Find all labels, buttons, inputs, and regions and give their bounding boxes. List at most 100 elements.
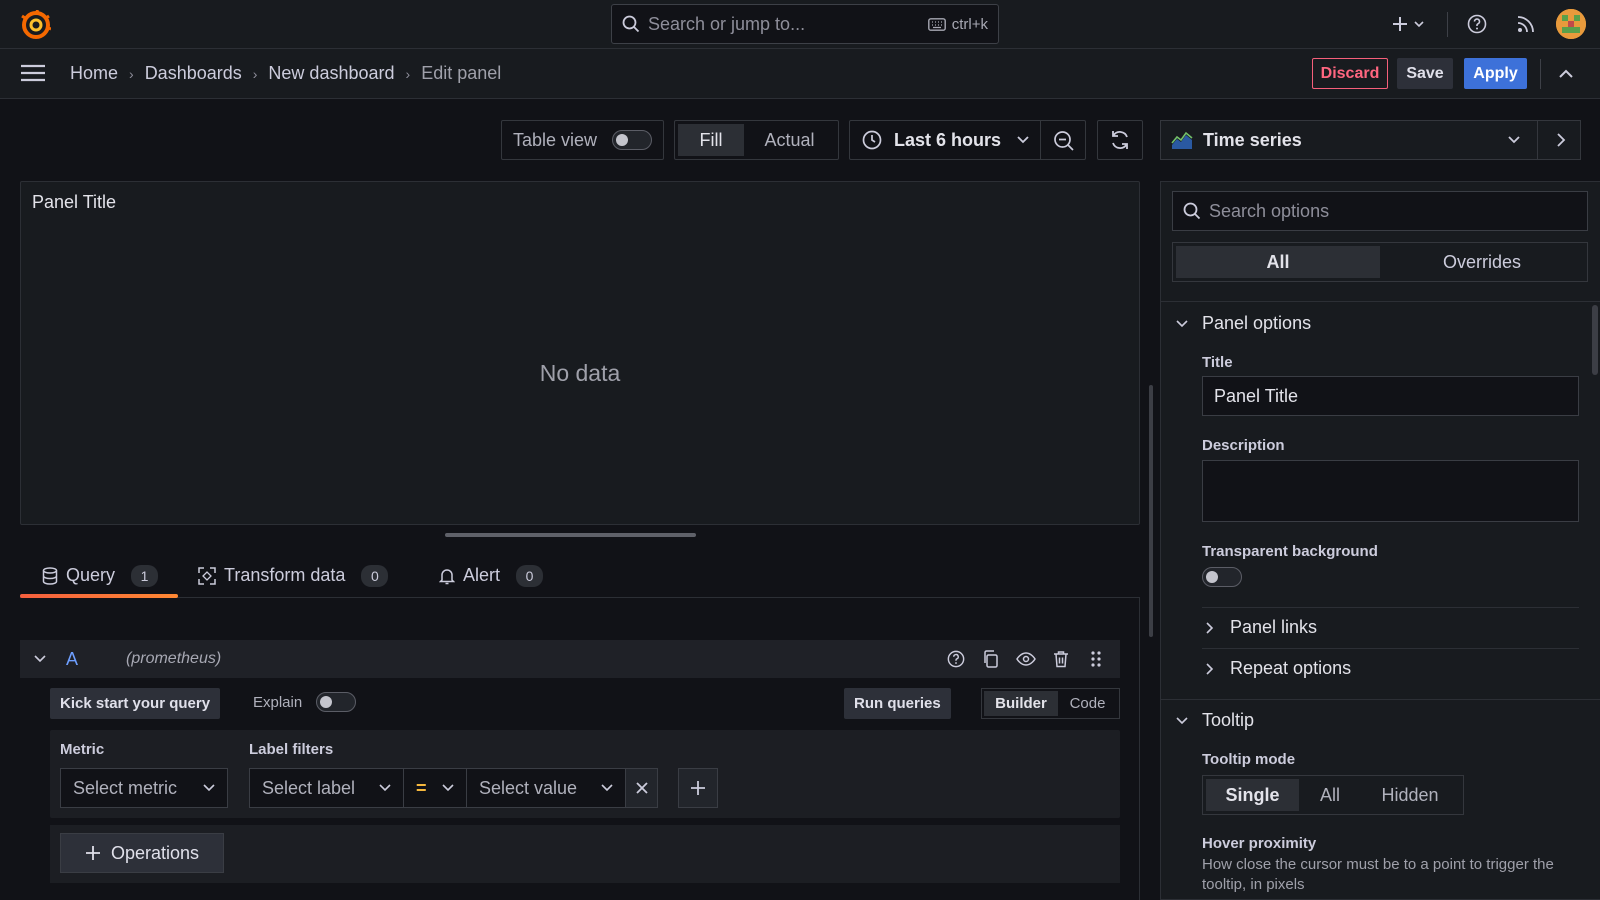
help-button[interactable]: [1465, 12, 1489, 36]
save-button[interactable]: Save: [1397, 58, 1453, 89]
explain-label: Explain: [253, 693, 303, 711]
database-icon: [42, 566, 58, 585]
add-filter-button[interactable]: [678, 768, 718, 808]
operations-label: Operations: [110, 842, 200, 863]
breadcrumb-new-dashboard[interactable]: New dashboard: [268, 63, 394, 84]
metric-select[interactable]: Select metric: [60, 768, 228, 808]
no-data-message: No data: [539, 360, 621, 386]
tab-overrides[interactable]: Overrides: [1380, 246, 1584, 278]
options-scrollbar[interactable]: [1592, 305, 1598, 375]
description-textarea[interactable]: [1202, 460, 1579, 522]
panel-preview: Panel Title No data: [20, 181, 1140, 525]
remove-filter-button[interactable]: [625, 768, 658, 808]
hover-proximity-label: Hover proximity: [1202, 835, 1317, 852]
options-divider: [1160, 301, 1600, 302]
transparent-background-switch[interactable]: [1202, 567, 1242, 587]
transparent-background-label: Transparent background: [1202, 543, 1378, 560]
panel-links-label: Panel links: [1230, 617, 1318, 637]
breadcrumb-current: Edit panel: [421, 63, 502, 83]
news-button[interactable]: [1514, 12, 1538, 36]
keyboard-icon: [927, 17, 946, 31]
search-bar[interactable]: Search or jump to... ctrl+k: [611, 4, 999, 44]
breadcrumb-bar: Home › Dashboards › New dashboard › Edit…: [0, 49, 1600, 99]
breadcrumb-dashboards[interactable]: Dashboards: [145, 63, 242, 84]
tab-transform-count: 0: [361, 564, 389, 587]
tooltip-mode-all[interactable]: All: [1299, 779, 1361, 811]
run-queries-button[interactable]: Run queries: [844, 688, 951, 719]
actual-option[interactable]: Actual: [744, 124, 835, 156]
plus-icon: [1392, 16, 1408, 32]
breadcrumb-home[interactable]: Home: [70, 63, 118, 84]
table-view-label: Table view: [513, 129, 598, 150]
options-tabs: All Overrides: [1172, 242, 1588, 282]
trash-icon[interactable]: [1050, 648, 1071, 669]
chevron-right-icon[interactable]: [1557, 133, 1566, 147]
chevron-down-icon: [1508, 136, 1520, 144]
tooltip-title: Tooltip: [1202, 710, 1255, 730]
visualization-picker[interactable]: Time series: [1160, 120, 1581, 160]
tab-query[interactable]: Query 1: [20, 553, 178, 598]
panel-options-header[interactable]: Panel options: [1176, 313, 1311, 334]
add-operations-button[interactable]: Operations: [60, 833, 224, 873]
label-filters-label: Label filters: [249, 741, 334, 758]
title-input[interactable]: Panel Title: [1202, 376, 1579, 416]
crumbbar-divider: [1540, 59, 1541, 89]
tooltip-mode-single[interactable]: Single: [1206, 779, 1299, 811]
breadcrumb: Home › Dashboards › New dashboard › Edit…: [70, 63, 501, 84]
eye-icon[interactable]: [1015, 648, 1036, 669]
tooltip-mode-hidden[interactable]: Hidden: [1361, 779, 1459, 811]
search-options-input[interactable]: Search options: [1172, 191, 1588, 231]
table-view-toggle[interactable]: Table view: [501, 120, 664, 160]
zoom-out-icon[interactable]: [1053, 130, 1075, 152]
time-picker-divider: [1040, 121, 1041, 159]
grafana-logo-icon[interactable]: [21, 10, 51, 40]
chevron-down-icon[interactable]: [34, 655, 46, 663]
menu-toggle-button[interactable]: [20, 63, 50, 85]
topbar-divider: [1447, 12, 1448, 37]
drag-handle-icon[interactable]: [1085, 648, 1106, 669]
fill-actual-radio: Fill Actual: [674, 120, 839, 160]
time-series-icon: [1171, 131, 1193, 149]
add-new-button[interactable]: [1388, 12, 1428, 36]
operator-select[interactable]: =: [403, 768, 467, 808]
tab-all[interactable]: All: [1176, 246, 1380, 278]
explain-toggle[interactable]: Explain: [253, 692, 357, 712]
tab-transform[interactable]: Transform data 0: [198, 553, 389, 598]
title-field-label: Title: [1202, 354, 1233, 371]
time-range-label: Last 6 hours: [894, 129, 1002, 150]
vertical-resize-handle[interactable]: [1149, 385, 1153, 637]
code-option[interactable]: Code: [1058, 691, 1117, 716]
builder-option[interactable]: Builder: [984, 691, 1058, 716]
apply-button[interactable]: Apply: [1464, 58, 1527, 89]
panel-links-header[interactable]: Panel links: [1206, 617, 1317, 638]
table-view-switch[interactable]: [612, 130, 652, 150]
options-divider: [1202, 648, 1579, 649]
kick-start-query-button[interactable]: Kick start your query: [50, 688, 221, 719]
query-ref-id[interactable]: A: [66, 649, 78, 670]
value-select[interactable]: Select value: [466, 768, 626, 808]
collapse-header-button[interactable]: [1554, 62, 1578, 86]
time-range-picker[interactable]: Last 6 hours: [849, 120, 1086, 160]
chevron-down-icon: [442, 784, 454, 792]
label-select[interactable]: Select label: [249, 768, 404, 808]
refresh-button[interactable]: [1097, 120, 1143, 160]
repeat-options-header[interactable]: Repeat options: [1206, 658, 1351, 679]
chevron-down-icon: [1176, 716, 1188, 725]
panel-options-title: Panel options: [1202, 313, 1312, 333]
close-icon: [635, 782, 648, 794]
help-icon[interactable]: [945, 648, 966, 669]
duplicate-icon[interactable]: [980, 648, 1001, 669]
explain-switch[interactable]: [316, 692, 357, 712]
horizontal-resize-handle[interactable]: [445, 533, 696, 537]
search-placeholder: Search or jump to...: [648, 13, 806, 34]
tooltip-header[interactable]: Tooltip: [1176, 710, 1254, 731]
transform-icon: [198, 566, 216, 585]
tab-alert[interactable]: Alert 0: [439, 553, 544, 598]
clock-icon: [862, 130, 882, 150]
user-avatar[interactable]: [1556, 9, 1586, 39]
query-row-header: A (prometheus): [20, 640, 1120, 678]
chevron-down-icon: [1017, 136, 1029, 144]
fill-option[interactable]: Fill: [678, 124, 744, 156]
chevron-down-icon: [1176, 319, 1188, 328]
discard-button[interactable]: Discard: [1312, 58, 1388, 89]
